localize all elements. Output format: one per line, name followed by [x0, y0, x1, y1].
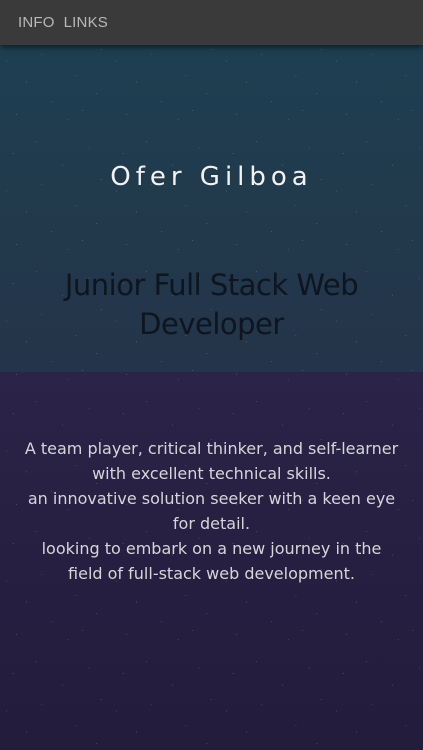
top-navbar: INFO LINKS	[0, 0, 423, 45]
nav-link-info[interactable]: INFO	[18, 14, 55, 31]
job-title: Junior Full Stack Web Developer	[64, 268, 359, 341]
profile-name: Ofer Gilboa	[110, 162, 313, 192]
bio-line: A team player, critical thinker, and sel…	[24, 439, 399, 483]
bio-text: A team player, critical thinker, and sel…	[24, 436, 399, 586]
bio-line: an innovative solution seeker with a kee…	[27, 489, 396, 533]
nav-link-links[interactable]: LINKS	[64, 14, 108, 31]
bio-line: looking to embark on a new journey in th…	[41, 539, 382, 583]
page: INFO LINKS Ofer Gilboa Junior Full Stack…	[0, 0, 423, 750]
